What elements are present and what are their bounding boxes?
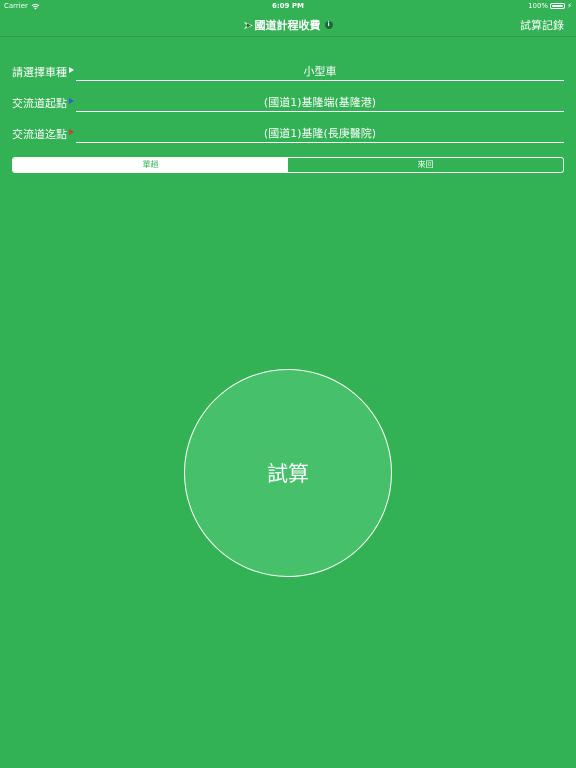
vehicle-select[interactable]: 小型車 (76, 60, 564, 81)
nav-bar: 國道計程收費 i 試算記錄 (0, 12, 576, 37)
trip-type-segmented-control: 單趟 來回 (12, 157, 564, 173)
vehicle-row: 請選擇車種 小型車 (12, 60, 564, 84)
battery-percent: 100% (528, 2, 549, 10)
origin-select[interactable]: (國道1)基隆端(基隆港) (76, 91, 564, 112)
destination-row: 交流道迄點 (國道1)基隆(長庚醫院) (12, 122, 564, 146)
status-time: 6:09 PM (272, 2, 304, 10)
calculate-button[interactable]: 試算 (184, 369, 392, 577)
app-logo-icon (243, 21, 253, 29)
destination-label: 交流道迄點 (12, 128, 67, 141)
destination-select[interactable]: (國道1)基隆(長庚醫院) (76, 122, 564, 143)
battery-icon (550, 3, 566, 9)
origin-row: 交流道起點 (國道1)基隆端(基隆港) (12, 91, 564, 115)
info-icon[interactable]: i (324, 21, 333, 29)
status-bar: Carrier 6:09 PM 100% ⚡ (0, 0, 576, 12)
nav-title: 國道計程收費 i (0, 17, 576, 33)
destination-arrow-icon (69, 129, 74, 135)
origin-arrow-icon (69, 98, 74, 104)
history-button[interactable]: 試算記錄 (520, 17, 564, 33)
segment-round-trip[interactable]: 來回 (288, 158, 563, 172)
segment-one-way[interactable]: 單趟 (13, 158, 288, 172)
vehicle-label: 請選擇車種 (12, 66, 67, 79)
vehicle-arrow-icon (69, 67, 74, 73)
charging-icon: ⚡ (567, 2, 572, 10)
app-title: 國道計程收費 (254, 19, 321, 32)
origin-label: 交流道起點 (12, 97, 67, 110)
status-right: 100% ⚡ (528, 2, 572, 10)
calculate-label: 試算 (267, 462, 309, 486)
